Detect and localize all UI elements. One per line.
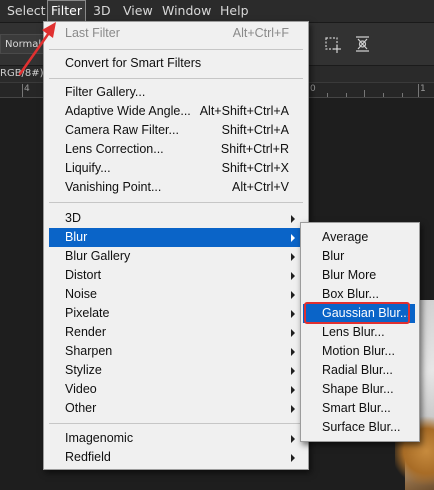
ruler-label: 0 <box>310 84 316 94</box>
menu-item-blur[interactable]: Blur <box>49 228 303 247</box>
chevron-right-icon <box>291 348 295 356</box>
chevron-right-icon <box>291 215 295 223</box>
document-title: RGB/8#) <box>0 68 44 79</box>
chevron-right-icon <box>291 454 295 462</box>
menu-item-vanishing-point[interactable]: Vanishing Point... Alt+Ctrl+V <box>49 178 303 197</box>
menu-item-sharpen[interactable]: Sharpen <box>49 342 303 361</box>
chevron-right-icon <box>291 435 295 443</box>
menu-view[interactable]: View <box>119 0 157 22</box>
menu-item-camera-raw-filter[interactable]: Camera Raw Filter... Shift+Ctrl+A <box>49 121 303 140</box>
menu-item-adaptive-wide-angle[interactable]: Adaptive Wide Angle... Alt+Shift+Ctrl+A <box>49 102 303 121</box>
blend-mode-dropdown[interactable]: Normal <box>0 34 46 54</box>
submenu-item-shape-blur[interactable]: Shape Blur... <box>303 380 415 399</box>
submenu-item-average[interactable]: Average <box>303 228 415 247</box>
chevron-right-icon <box>291 272 295 280</box>
blur-submenu: Average Blur Blur More Box Blur... Gauss… <box>300 222 420 442</box>
menu-help[interactable]: Help <box>216 0 253 22</box>
menu-item-other[interactable]: Other <box>49 399 303 418</box>
submenu-item-smart-blur[interactable]: Smart Blur... <box>303 399 415 418</box>
select-subject-icon[interactable] <box>352 34 374 54</box>
transform-icon[interactable] <box>322 34 344 54</box>
chevron-right-icon <box>291 367 295 375</box>
menu-item-3d[interactable]: 3D <box>49 209 303 228</box>
gaussian-blur-highlight <box>304 302 410 324</box>
ruler-label: 4 <box>24 84 30 94</box>
menu-item-stylize[interactable]: Stylize <box>49 361 303 380</box>
menu-item-liquify[interactable]: Liquify... Shift+Ctrl+X <box>49 159 303 178</box>
menu-item-distort[interactable]: Distort <box>49 266 303 285</box>
submenu-item-lens-blur[interactable]: Lens Blur... <box>303 323 415 342</box>
menu-item-pixelate[interactable]: Pixelate <box>49 304 303 323</box>
submenu-item-blur[interactable]: Blur <box>303 247 415 266</box>
chevron-right-icon <box>291 310 295 318</box>
chevron-right-icon <box>291 234 295 242</box>
menu-item-noise[interactable]: Noise <box>49 285 303 304</box>
filter-menu: Last Filter Alt+Ctrl+F Convert for Smart… <box>43 21 309 470</box>
menu-item-convert-smart-filters[interactable]: Convert for Smart Filters <box>49 54 303 73</box>
submenu-item-motion-blur[interactable]: Motion Blur... <box>303 342 415 361</box>
menu-item-imagenomic[interactable]: Imagenomic <box>49 429 303 448</box>
menu-bar: Select Filter 3D View Window Help <box>0 0 434 23</box>
menu-select[interactable]: Select <box>3 0 50 22</box>
menu-item-last-filter: Last Filter Alt+Ctrl+F <box>65 26 289 40</box>
submenu-item-radial-blur[interactable]: Radial Blur... <box>303 361 415 380</box>
menu-window[interactable]: Window <box>158 0 215 22</box>
chevron-right-icon <box>291 386 295 394</box>
chevron-right-icon <box>291 291 295 299</box>
menu-item-lens-correction[interactable]: Lens Correction... Shift+Ctrl+R <box>49 140 303 159</box>
menu-item-filter-gallery[interactable]: Filter Gallery... <box>49 83 303 102</box>
chevron-right-icon <box>291 405 295 413</box>
submenu-item-blur-more[interactable]: Blur More <box>303 266 415 285</box>
chevron-right-icon <box>291 253 295 261</box>
chevron-right-icon <box>291 329 295 337</box>
menu-item-video[interactable]: Video <box>49 380 303 399</box>
menu-item-redfield[interactable]: Redfield <box>49 448 303 467</box>
submenu-item-surface-blur[interactable]: Surface Blur... <box>303 418 415 437</box>
menu-filter[interactable]: Filter <box>47 0 86 22</box>
menu-item-render[interactable]: Render <box>49 323 303 342</box>
menu-item-blur-gallery[interactable]: Blur Gallery <box>49 247 303 266</box>
menu-3d[interactable]: 3D <box>89 0 115 22</box>
ruler-label: 1 <box>420 84 426 94</box>
